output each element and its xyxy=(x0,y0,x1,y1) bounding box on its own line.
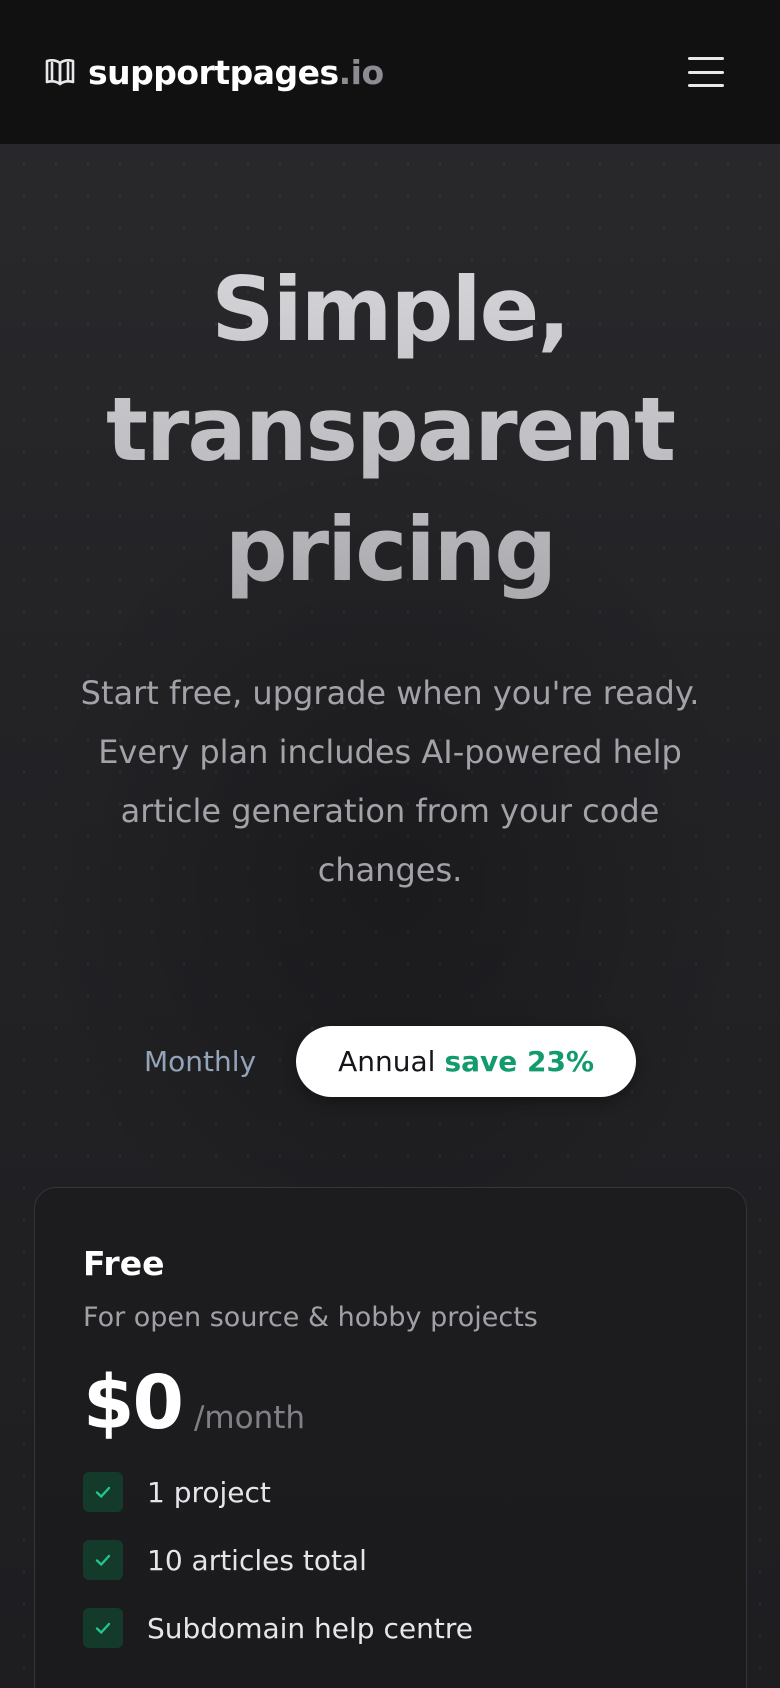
plan-period: /month xyxy=(193,1400,306,1436)
hamburger-menu-button[interactable] xyxy=(688,57,728,87)
plan-name: Free xyxy=(83,1244,165,1283)
feature-item: Subdomain help centre xyxy=(83,1608,698,1648)
open-book-icon xyxy=(45,59,75,86)
hamburger-menu-icon-bar xyxy=(688,70,724,74)
feature-label: Subdomain help centre xyxy=(147,1611,473,1645)
plan-price: $0 xyxy=(83,1360,184,1446)
feature-list: 1 project 10 articles total Subdomain he… xyxy=(83,1472,698,1648)
title-line-3: pricing xyxy=(224,498,556,601)
hamburger-menu-icon-bar xyxy=(688,84,724,87)
check-icon xyxy=(83,1608,123,1648)
page-title: Simple, transparent pricing xyxy=(70,250,710,610)
billing-period-toggle: Monthly Annual save 23% xyxy=(0,1026,780,1097)
check-icon xyxy=(83,1540,123,1580)
plan-description: For open source & hobby projects xyxy=(83,1302,538,1333)
title-line-2: transparent xyxy=(105,378,675,481)
pricing-card-free: Free For open source & hobby projects $0… xyxy=(34,1187,747,1688)
feature-label: 1 project xyxy=(147,1475,271,1509)
feature-item: 10 articles total xyxy=(83,1540,698,1580)
site-header: supportpages.io xyxy=(0,0,780,144)
page-subtitle: Start free, upgrade when you're ready. E… xyxy=(80,674,700,889)
feature-label: 10 articles total xyxy=(147,1543,367,1577)
annual-toggle-button[interactable]: Annual save 23% xyxy=(296,1026,637,1097)
check-icon xyxy=(83,1472,123,1512)
brand-tld: .io xyxy=(338,52,385,92)
hero-section: Simple, transparent pricing Start free, … xyxy=(0,250,780,900)
feature-item: 1 project xyxy=(83,1472,698,1512)
hamburger-menu-icon xyxy=(688,57,724,60)
annual-label: Annual xyxy=(338,1045,436,1078)
pricing-page: supportpages.io Simple, transparent pric… xyxy=(0,0,780,1688)
annual-savings-badge: save 23% xyxy=(444,1045,595,1078)
monthly-toggle-button[interactable]: Monthly xyxy=(144,1045,256,1078)
brand-name: supportpages.io xyxy=(88,52,385,92)
brand-logo[interactable]: supportpages.io xyxy=(44,53,384,92)
price-row: $0 /month xyxy=(83,1360,698,1446)
title-line-1: Simple, xyxy=(211,258,569,361)
